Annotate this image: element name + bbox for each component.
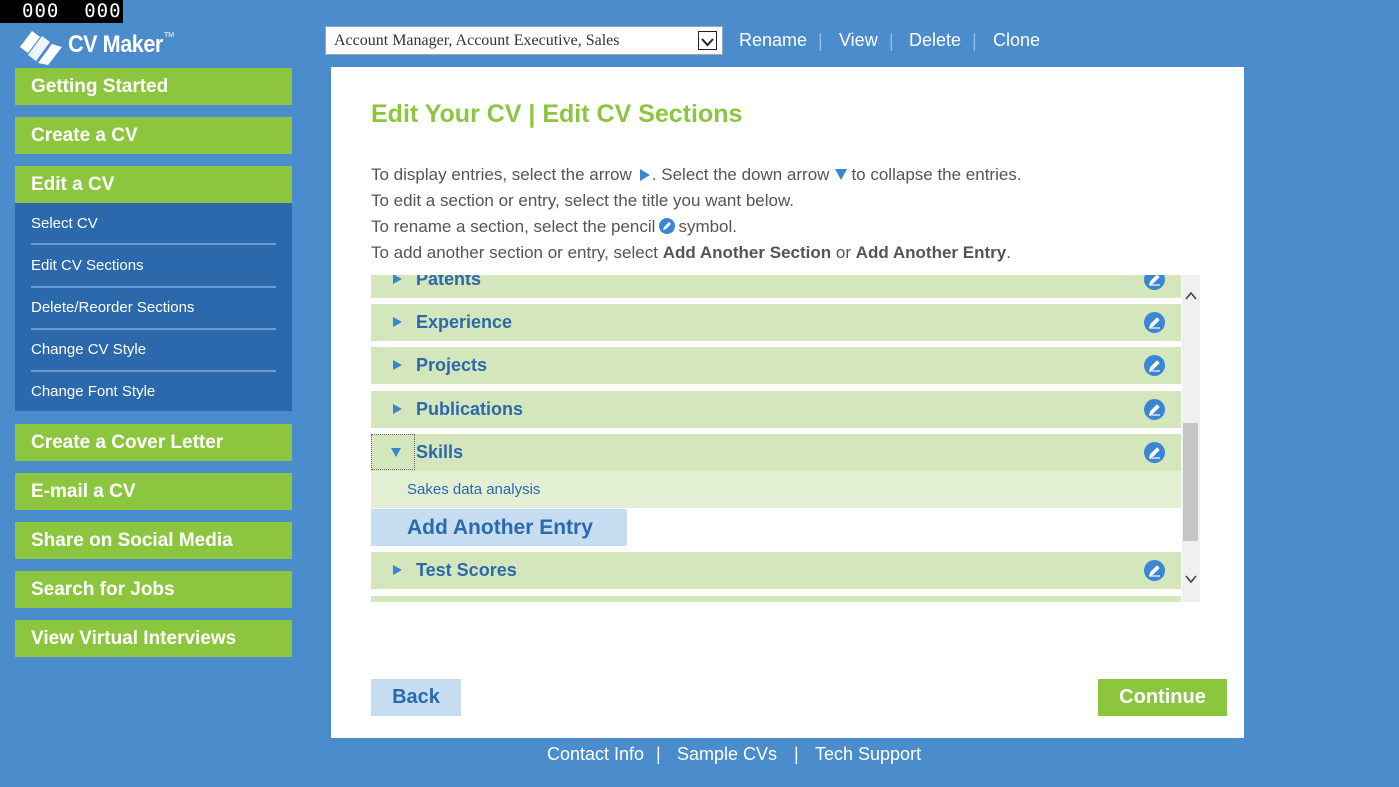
- main-panel: Edit Your CV | Edit CV Sections To displ…: [331, 67, 1244, 738]
- entry-row[interactable]: Sakes data analysis: [371, 471, 1181, 508]
- chevron-down-icon[interactable]: [698, 31, 717, 50]
- chevron-down-icon[interactable]: [1185, 574, 1197, 584]
- counter-display: 000 000: [0, 0, 123, 23]
- footer-contact-info[interactable]: Contact Info: [547, 744, 644, 765]
- section-row-projects[interactable]: Projects: [371, 347, 1181, 384]
- instruction-line-4: To add another section or entry, select …: [371, 243, 1011, 262]
- expand-arrow-icon[interactable]: [393, 317, 402, 327]
- edit-cv-submenu: Select CV Edit CV Sections Delete/Reorde…: [15, 203, 292, 411]
- scrollbar-thumb[interactable]: [1183, 423, 1198, 541]
- cv-select-value: Account Manager, Account Executive, Sale…: [334, 32, 620, 49]
- footer-separator: |: [656, 744, 661, 764]
- submenu-divider: [31, 286, 276, 288]
- expand-arrow-icon[interactable]: [393, 275, 402, 284]
- submenu-change-font-style[interactable]: Change Font Style: [31, 382, 276, 402]
- section-row-experience[interactable]: Experience: [371, 304, 1181, 341]
- nav-view-virtual-interviews[interactable]: View Virtual Interviews: [15, 620, 292, 657]
- nav-getting-started[interactable]: Getting Started: [15, 68, 292, 105]
- instruction-line-1: To display entries, select the arrow. Se…: [371, 165, 1022, 184]
- pencil-icon[interactable]: [1144, 399, 1165, 420]
- rename-link[interactable]: Rename: [739, 30, 807, 51]
- section-title[interactable]: Skills: [416, 442, 463, 463]
- submenu-delete-reorder-sections[interactable]: Delete/Reorder Sections: [31, 298, 276, 318]
- footer-separator: |: [794, 744, 799, 764]
- section-title[interactable]: Projects: [416, 355, 487, 376]
- expand-arrow-icon[interactable]: [393, 404, 402, 414]
- pencil-icon[interactable]: [1144, 312, 1165, 333]
- pencil-icon[interactable]: [1144, 560, 1165, 581]
- cv-maker-logo[interactable]: CV Maker TM: [18, 27, 178, 65]
- pencil-icon[interactable]: [1144, 275, 1165, 290]
- arrow-right-icon: [639, 169, 650, 181]
- section-title[interactable]: Patents: [416, 275, 481, 290]
- delete-link[interactable]: Delete: [909, 30, 961, 51]
- cv-select-dropdown[interactable]: Account Manager, Account Executive, Sale…: [325, 26, 723, 55]
- section-row-skills[interactable]: Skills: [371, 434, 1181, 471]
- section-title[interactable]: Publications: [416, 399, 523, 420]
- submenu-divider: [31, 328, 276, 330]
- submenu-change-cv-style[interactable]: Change CV Style: [31, 340, 276, 360]
- continue-button[interactable]: Continue: [1098, 679, 1227, 716]
- submenu-divider: [31, 370, 276, 372]
- clone-link[interactable]: Clone: [993, 30, 1040, 51]
- nav-edit-cv[interactable]: Edit a CV: [15, 166, 292, 203]
- section-title[interactable]: Test Scores: [416, 560, 517, 581]
- next-section-row-edge: [371, 596, 1181, 602]
- nav-create-cv[interactable]: Create a CV: [15, 117, 292, 154]
- nav-create-cover-letter[interactable]: Create a Cover Letter: [15, 424, 292, 461]
- footer-tech-support[interactable]: Tech Support: [815, 744, 921, 765]
- instruction-line-3: To rename a section, select the pencil sy…: [371, 217, 738, 236]
- toolbar-separator: |: [818, 31, 823, 51]
- toolbar-separator: |: [972, 31, 977, 51]
- toolbar-separator: |: [889, 31, 894, 51]
- nav-share-social-media[interactable]: Share on Social Media: [15, 522, 292, 559]
- arrow-down-icon: [835, 169, 848, 180]
- expand-arrow-icon[interactable]: [393, 360, 402, 370]
- add-another-entry-button[interactable]: Add Another Entry: [371, 509, 627, 546]
- expand-arrow-icon[interactable]: [393, 565, 402, 575]
- submenu-select-cv[interactable]: Select CV: [31, 214, 276, 234]
- sections-list: Patents Experience Projects Publications…: [371, 275, 1200, 602]
- view-link[interactable]: View: [839, 30, 878, 51]
- logo-icon: [20, 31, 62, 65]
- chevron-up-icon[interactable]: [1185, 291, 1197, 301]
- sections-scrollbar[interactable]: [1182, 275, 1200, 602]
- instruction-line-2: To edit a section or entry, select the t…: [371, 191, 795, 210]
- pencil-icon[interactable]: [1144, 355, 1165, 376]
- section-row-patents[interactable]: Patents: [371, 275, 1181, 298]
- logo-text: CV Maker: [68, 31, 163, 58]
- section-title[interactable]: Experience: [416, 312, 512, 333]
- pencil-icon: [659, 218, 676, 234]
- page-title: Edit Your CV | Edit CV Sections: [371, 100, 743, 128]
- nav-search-jobs[interactable]: Search for Jobs: [15, 571, 292, 608]
- section-row-publications[interactable]: Publications: [371, 391, 1181, 428]
- logo-trademark: TM: [164, 32, 175, 39]
- nav-email-cv[interactable]: E-mail a CV: [15, 473, 292, 510]
- pencil-icon[interactable]: [1144, 442, 1165, 463]
- entry-title[interactable]: Sakes data analysis: [407, 481, 540, 498]
- section-row-test-scores[interactable]: Test Scores: [371, 552, 1181, 589]
- submenu-divider: [31, 243, 276, 245]
- collapse-arrow-icon[interactable]: [391, 448, 401, 457]
- back-button[interactable]: Back: [371, 679, 461, 716]
- submenu-edit-cv-sections[interactable]: Edit CV Sections: [31, 256, 276, 276]
- footer-sample-cvs[interactable]: Sample CVs: [677, 744, 777, 765]
